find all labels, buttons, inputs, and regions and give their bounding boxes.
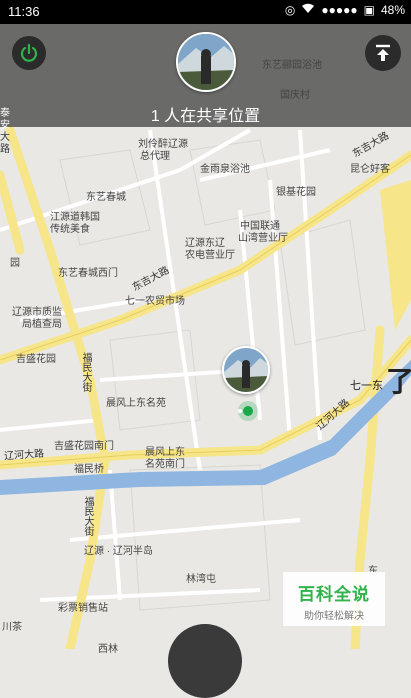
status-bar: 11:36 ◎ ●●●●● ▣ 48%	[0, 0, 411, 24]
label-zongdai-li: 总代理	[140, 151, 170, 162]
label-fumin-qiao: 福民桥	[74, 464, 104, 475]
power-button[interactable]	[12, 36, 46, 70]
power-icon	[20, 43, 38, 62]
label-liao-big: 了	[386, 366, 411, 397]
label-fumin-dajie-top: 福民大街	[80, 352, 91, 392]
watermark-subtitle: 助你轻松解决	[304, 611, 364, 622]
bottom-action-button[interactable]	[168, 624, 242, 698]
label-chuan-cha: 川茶	[2, 622, 22, 633]
sim-icon: ▣	[363, 3, 375, 17]
signal-icon: ●●●●●	[321, 3, 358, 17]
label-linwan-tun: 林湾屯	[186, 574, 216, 585]
label-lu: 路	[0, 144, 10, 155]
watermark-logo: 百科全说 助你轻松解决	[283, 572, 385, 626]
label-an: 安	[0, 120, 10, 131]
label-yinji-huayuan: 银基花园	[276, 187, 316, 198]
label-chenfeng-nanmen-2: 名苑南门	[145, 459, 185, 470]
status-time: 11:36	[8, 4, 40, 19]
scroll-top-button[interactable]	[365, 35, 401, 71]
label-jisheng-huayuan: 吉盛花园	[16, 354, 56, 365]
wifi-icon	[301, 3, 315, 17]
label-jisheng-nanmen: 吉盛花园南门	[54, 441, 114, 452]
battery-percent: 48%	[380, 3, 405, 17]
label-dongyi-yuanyuan-chi: 东艺郦园浴池	[262, 60, 322, 71]
label-yuan: 园	[10, 258, 20, 269]
label-nongdian-yingye: 农电营业厅	[185, 250, 235, 261]
label-dongyi-xihmen: 东艺春城西门	[58, 268, 118, 279]
label-liaohe-dalu-left: 辽河大路	[3, 448, 45, 463]
avatar-photo-icon	[224, 348, 268, 392]
location-status-icon: ◎	[284, 3, 296, 17]
upload-arrow-icon	[376, 44, 390, 61]
header-avatar[interactable]	[176, 32, 236, 92]
label-qiyi-shichang: 七一农贸市场	[125, 296, 185, 307]
label-fumin-dajie-bottom: 福民大街	[82, 496, 93, 536]
share-count-text: 1 人在共享位置	[150, 108, 261, 125]
label-chuantong-meishi: 传统美食	[50, 224, 90, 235]
status-icons: ◎ ●●●●● ▣ 48%	[285, 3, 405, 17]
user-location-avatar[interactable]	[222, 346, 270, 394]
label-kunlun-haoke: 昆仑好客	[350, 164, 390, 175]
label-jinyu-quan: 金雨泉浴池	[200, 164, 250, 175]
watermark-title: 百科全说	[298, 585, 370, 604]
label-guoqing-cun: 国庆村	[280, 90, 310, 101]
label-chenfeng-mingyuan: 晨风上东名苑	[106, 398, 166, 409]
label-qiyi-partial: 七一东	[350, 380, 383, 392]
label-liaoyuan-bandao: 辽源 · 辽河半岛	[84, 546, 153, 557]
label-xilin-partial: 西林	[98, 644, 118, 655]
avatar-photo-icon	[178, 34, 234, 90]
label-dongyi-chuncheng: 东艺春城	[86, 192, 126, 203]
label-shanwan-yingye: 山湾营业厅	[238, 233, 288, 244]
label-zhijian-ju-2: 局植查局	[22, 319, 62, 330]
label-caipiao: 彩票销售站	[58, 603, 108, 614]
